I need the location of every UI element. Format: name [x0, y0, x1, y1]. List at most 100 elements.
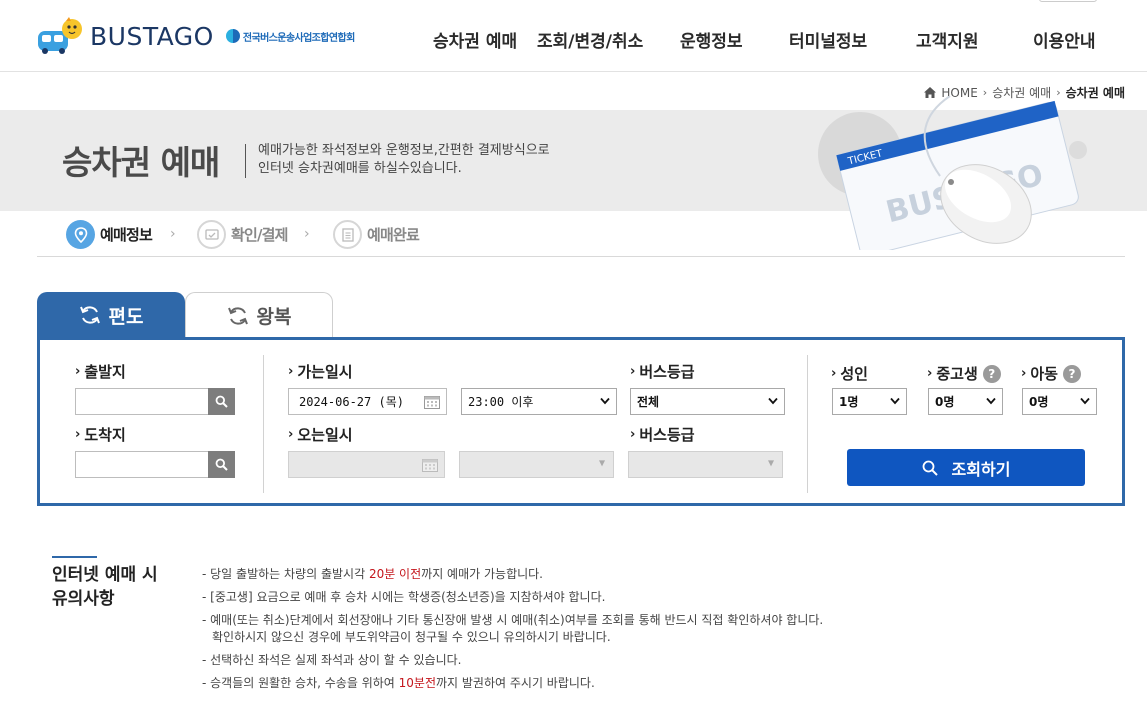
student-label: › 중고생?	[927, 363, 1001, 384]
departure-search-button[interactable]	[208, 388, 235, 415]
tab-roundtrip-label: 왕복	[256, 306, 292, 328]
divider	[37, 256, 1125, 257]
notice-item: - 승객들의 원활한 승차, 수송을 위하여 10분전까지 발권하여 주시기 바…	[202, 676, 595, 690]
logo[interactable]: BUSTAGO 전국버스운송사업조합연합회	[36, 16, 355, 56]
return-date-field	[288, 451, 445, 478]
page-description-line2: 인터넷 승차권예매를 하실수있습니다.	[258, 161, 462, 176]
page-title: 승차권 예매	[62, 143, 220, 182]
student-count-value: 0명	[935, 395, 955, 409]
help-icon[interactable]: ?	[982, 364, 1001, 383]
notice-list: - 당일 출발하는 차량의 출발시각 20분 이전까지 예매가 가능합니다. -…	[202, 566, 823, 698]
step-booking-info: 예매정보	[66, 220, 153, 249]
return-date-label: › 오는일시	[288, 426, 353, 444]
search-icon	[215, 458, 228, 471]
help-icon[interactable]: ?	[1062, 364, 1081, 383]
adult-count-select[interactable]: 1명	[832, 388, 907, 415]
arrival-input[interactable]	[75, 451, 209, 478]
nav-terminal-info[interactable]: 터미널정보	[789, 27, 867, 52]
triangle-down-icon: ▼	[767, 458, 774, 469]
query-button-label: 조회하기	[951, 459, 1011, 479]
bus-mascot-icon	[38, 17, 82, 54]
go-date-field[interactable]: 2024-06-27 (목)	[288, 388, 447, 415]
notice-title: 인터넷 예매 시 유의사항	[52, 563, 158, 611]
child-count-value: 0명	[1029, 395, 1049, 409]
chevron-down-icon	[1080, 397, 1090, 405]
divider	[263, 355, 264, 493]
map-pin-icon	[74, 226, 87, 243]
chevron-right-icon: ›	[630, 364, 636, 379]
top-utility-box[interactable]	[1039, 0, 1097, 2]
chevron-right-icon: ›	[1021, 366, 1027, 381]
go-grade-select[interactable]: 전체	[630, 388, 785, 415]
step-label: 예매정보	[100, 226, 153, 244]
search-icon	[215, 395, 228, 408]
departure-label: › 출발지	[75, 363, 126, 381]
go-time-select[interactable]: 23:00 이후	[461, 388, 617, 415]
document-icon	[341, 227, 354, 242]
notice-highlight: 10분전	[398, 676, 436, 690]
ticket-mouse-illustration: TICKET BUSTAGO	[818, 96, 1087, 250]
go-time-value: 23:00 이후	[468, 395, 534, 409]
tab-roundtrip[interactable]: 왕복	[185, 292, 333, 338]
notice-item: - 예매(또는 취소)단계에서 회선장애나 기타 통신장애 발생 시 예매(취소…	[202, 613, 824, 644]
query-button[interactable]: 조회하기	[847, 449, 1085, 486]
calendar-icon	[422, 459, 438, 472]
chevron-right-icon: ›	[170, 226, 176, 242]
go-grade-label: › 버스등급	[630, 363, 695, 381]
adult-count-value: 1명	[839, 395, 859, 409]
chevron-right-icon: ›	[927, 366, 933, 381]
tab-oneway-label: 편도	[108, 305, 144, 328]
chevron-right-icon: ›	[304, 226, 310, 242]
return-time-select: ▼	[459, 451, 614, 478]
chevron-right-icon: ›	[75, 364, 81, 379]
chevron-down-icon	[600, 397, 610, 405]
chevron-down-icon	[768, 397, 778, 405]
notice-item: - [중고생] 요금으로 예매 후 승차 시에는 학생증(청소년증)을 지참하셔…	[202, 590, 606, 604]
page-description-line1: 예매가능한 좌석정보와 운행정보,간편한 결제방식으로	[258, 143, 550, 158]
return-grade-select: ▼	[628, 451, 783, 478]
student-count-select[interactable]: 0명	[928, 388, 1003, 415]
nav-ticket-booking[interactable]: 승차권 예매	[433, 27, 517, 52]
nav-customer-support[interactable]: 고객지원	[916, 27, 979, 52]
page: BUSTAGO 전국버스운송사업조합연합회 승차권 예매 조회/변경/취소 운행…	[0, 0, 1147, 728]
notice-highlight: 20분 이전	[368, 567, 422, 581]
nav-lookup-change-cancel[interactable]: 조회/변경/취소	[537, 27, 643, 52]
tab-oneway[interactable]: 편도	[37, 292, 185, 338]
nav-route-info[interactable]: 운행정보	[680, 27, 743, 52]
search-form: › 출발지 › 도착지 › 가는일시 2024-06-27 (목) 23:00 …	[37, 337, 1125, 506]
chevron-right-icon: ›	[831, 366, 837, 381]
step-booking-complete: 예매완료	[333, 220, 420, 249]
adult-label: › 성인	[831, 365, 868, 383]
go-grade-value: 전체	[637, 395, 660, 409]
association-logo: 전국버스운송사업조합연합회	[225, 29, 355, 44]
search-icon	[922, 460, 938, 476]
title-divider	[245, 144, 246, 178]
calendar-icon[interactable]	[424, 395, 440, 409]
logo-text: BUSTAGO	[90, 21, 214, 51]
refresh-icon	[227, 306, 248, 325]
child-count-select[interactable]: 0명	[1022, 388, 1097, 415]
chevron-down-icon	[890, 397, 900, 405]
site-header: BUSTAGO 전국버스운송사업조합연합회 승차권 예매 조회/변경/취소 운행…	[0, 0, 1147, 72]
arrival-search-button[interactable]	[208, 451, 235, 478]
step-confirm-payment: 확인/결제	[197, 220, 288, 249]
divider	[807, 355, 808, 493]
go-date-value: 2024-06-27 (목)	[299, 395, 404, 409]
chevron-right-icon: ›	[288, 427, 294, 442]
refresh-icon	[79, 306, 100, 324]
card-check-icon	[204, 228, 219, 240]
chevron-right-icon: ›	[288, 364, 294, 379]
association-mark-icon	[225, 29, 240, 43]
chevron-right-icon: ›	[75, 427, 81, 442]
notice-accent-bar	[52, 556, 97, 558]
nav-usage-guide[interactable]: 이용안내	[1033, 27, 1096, 52]
notice-item: - 선택하신 좌석은 실제 좌석과 상이 할 수 있습니다.	[202, 653, 462, 667]
go-date-label: › 가는일시	[288, 363, 353, 381]
chevron-right-icon: ›	[630, 427, 636, 442]
departure-input[interactable]	[75, 388, 209, 415]
page-description: 예매가능한 좌석정보와 운행정보,간편한 결제방식으로 인터넷 승차권예매를 하…	[258, 142, 550, 178]
step-label: 확인/결제	[231, 226, 288, 244]
notice-title-line1: 인터넷 예매 시	[52, 565, 158, 585]
notice-title-line2: 유의사항	[52, 589, 115, 609]
triangle-down-icon: ▼	[598, 458, 605, 469]
